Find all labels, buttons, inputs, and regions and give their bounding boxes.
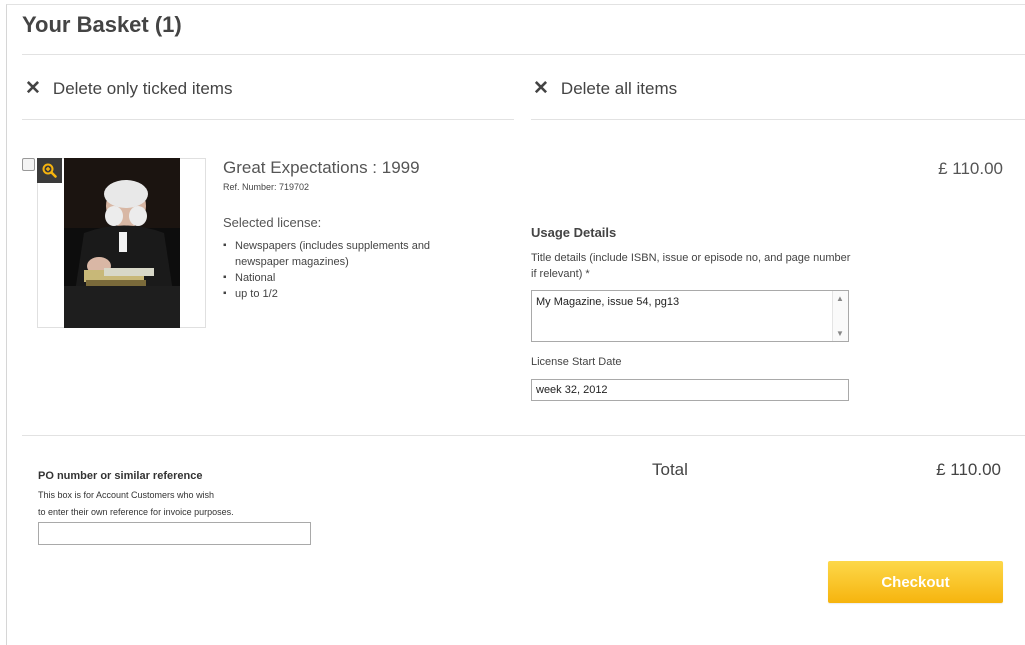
divider xyxy=(22,435,1025,436)
po-number-heading: PO number or similar reference xyxy=(38,470,203,482)
title-details-textarea[interactable]: My Magazine, issue 54, pg13 xyxy=(531,290,849,342)
list-item: Newspapers (includes supplements and new… xyxy=(223,238,483,270)
scroll-down-icon[interactable]: ▼ xyxy=(836,329,844,338)
delete-ticked-button[interactable]: ✕ Delete only ticked items xyxy=(25,77,232,100)
selected-license-label: Selected license: xyxy=(223,215,322,230)
item-photo[interactable] xyxy=(64,158,180,328)
textarea-scrollbar[interactable]: ▲ ▼ xyxy=(832,291,848,341)
delete-ticked-label: Delete only ticked items xyxy=(52,78,233,98)
item-ref-number: Ref. Number: 719702 xyxy=(223,182,310,192)
zoom-in-button[interactable] xyxy=(37,158,62,183)
po-help-line: to enter their own reference for invoice… xyxy=(38,507,234,517)
total-value: £ 110.00 xyxy=(936,460,1001,479)
list-item: National xyxy=(223,270,483,286)
usage-details-heading: Usage Details xyxy=(531,225,617,240)
license-details-list: Newspapers (includes supplements and new… xyxy=(223,238,483,302)
item-price: £ 110.00 xyxy=(938,159,1003,178)
delete-all-label: Delete all items xyxy=(560,78,678,98)
item-title: Great Expectations : 1999 xyxy=(223,158,420,177)
delete-all-button[interactable]: ✕ Delete all items xyxy=(533,77,677,100)
po-number-input[interactable] xyxy=(38,522,311,545)
po-help-line: This box is for Account Customers who wi… xyxy=(38,490,215,500)
po-help-text: This box is for Account Customers who wi… xyxy=(38,487,318,521)
photo-illustration xyxy=(64,158,180,328)
close-icon: ✕ xyxy=(533,78,549,99)
total-label: Total xyxy=(652,460,688,479)
license-start-date-input[interactable] xyxy=(531,379,849,401)
checkout-button[interactable]: Checkout xyxy=(828,561,1003,603)
zoom-in-icon xyxy=(42,163,57,178)
scroll-up-icon[interactable]: ▲ xyxy=(836,294,844,303)
item-checkbox[interactable] xyxy=(22,158,35,171)
divider xyxy=(531,119,1025,120)
title-details-label: Title details (include ISBN, issue or ep… xyxy=(531,252,851,280)
divider xyxy=(22,54,1025,55)
close-icon: ✕ xyxy=(25,78,41,99)
page-title: Your Basket (1) xyxy=(22,12,182,37)
license-start-date-label: License Start Date xyxy=(531,356,622,368)
list-item: up to 1/2 xyxy=(223,286,483,302)
divider xyxy=(22,119,514,120)
